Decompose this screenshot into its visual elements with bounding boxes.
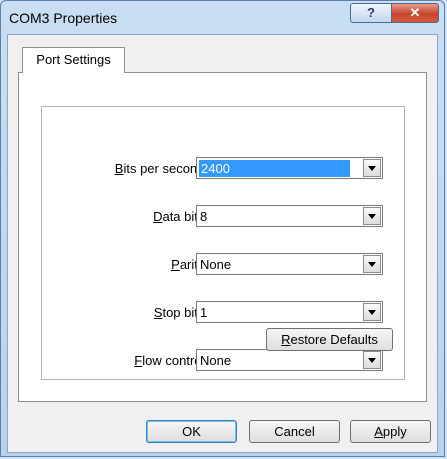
cancel-button[interactable]: Cancel bbox=[249, 420, 340, 443]
dialog-window: COM3 Properties ? ✕ Port Settings Bits p… bbox=[0, 0, 445, 457]
parity-row: Parity: None bbox=[42, 253, 404, 277]
bits-per-second-row: Bits per second: 2400 bbox=[42, 157, 404, 181]
help-button[interactable]: ? bbox=[350, 3, 392, 23]
bits-per-second-select[interactable]: 2400 bbox=[196, 157, 383, 179]
flow-control-row: Flow control: None bbox=[42, 349, 404, 373]
dialog-client-area: Port Settings Bits per second: 2400 Data… bbox=[7, 34, 438, 453]
ok-button[interactable]: OK bbox=[146, 420, 237, 443]
restore-defaults-button[interactable]: Restore Defaults bbox=[266, 328, 393, 351]
data-bits-value: 8 bbox=[200, 209, 208, 224]
window-title: COM3 Properties bbox=[9, 10, 118, 26]
title-bar: COM3 Properties ? ✕ bbox=[1, 1, 444, 35]
parity-value: None bbox=[200, 257, 232, 272]
chevron-down-icon[interactable] bbox=[363, 351, 381, 369]
help-icon: ? bbox=[367, 5, 375, 20]
close-button[interactable]: ✕ bbox=[391, 3, 439, 23]
bits-per-second-label: Bits per second: bbox=[114, 161, 208, 176]
flow-control-select[interactable]: None bbox=[196, 349, 383, 371]
flow-control-value: None bbox=[200, 353, 232, 368]
data-bits-row: Data bits: 8 bbox=[42, 205, 404, 229]
stop-bits-value: 1 bbox=[200, 305, 208, 320]
close-icon: ✕ bbox=[409, 5, 421, 20]
data-bits-select[interactable]: 8 bbox=[196, 205, 383, 227]
parity-select[interactable]: None bbox=[196, 253, 383, 275]
apply-button[interactable]: Apply bbox=[350, 420, 431, 443]
chevron-down-icon[interactable] bbox=[363, 255, 381, 273]
tab-port-settings[interactable]: Port Settings bbox=[22, 47, 125, 73]
chevron-down-icon[interactable] bbox=[363, 159, 381, 177]
chevron-down-icon[interactable] bbox=[363, 303, 381, 321]
chevron-down-icon[interactable] bbox=[363, 207, 381, 225]
port-settings-panel: Bits per second: 2400 Data bits: 8 Parit… bbox=[18, 72, 427, 402]
bits-per-second-value: 2400 bbox=[199, 160, 350, 177]
stop-bits-select[interactable]: 1 bbox=[196, 301, 383, 323]
stop-bits-row: Stop bits: 1 bbox=[42, 301, 404, 325]
